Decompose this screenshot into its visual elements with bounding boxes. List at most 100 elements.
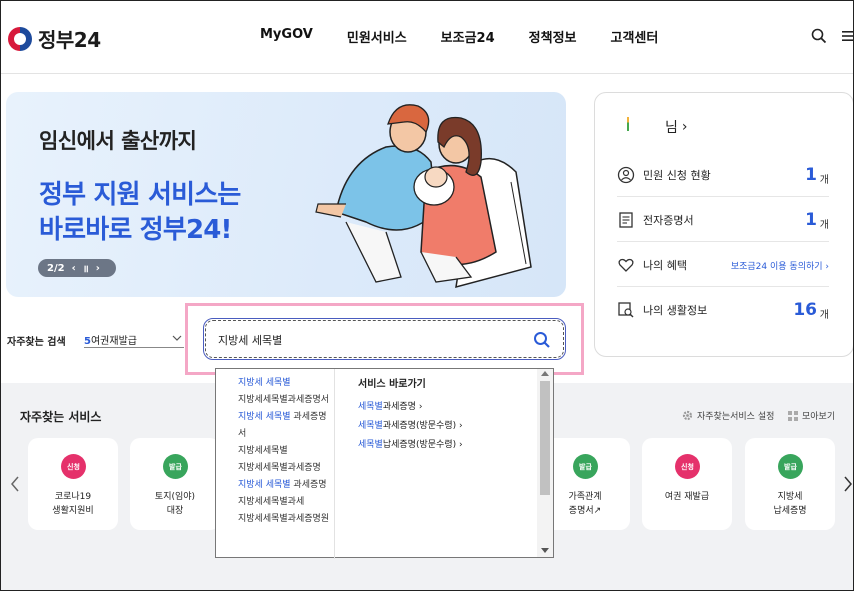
- shortcuts-title: 서비스 바로가기: [358, 379, 426, 390]
- hero-title-line1: 정부 지원 서비스는: [39, 180, 241, 210]
- shortcut-link[interactable]: 세목별납세증명(방문수령) ›: [358, 437, 463, 450]
- service-label-line1: 여권 재발급: [664, 492, 710, 502]
- count-unit: 개: [819, 175, 829, 186]
- suggestion-match: 지방세 세목별: [238, 378, 291, 388]
- panel-row-e-certificate[interactable]: 전자증명서 1 개: [617, 198, 829, 242]
- shortcut-link[interactable]: 세목별과세증명 ›: [358, 399, 463, 412]
- user-name-link[interactable]: 님 ›: [665, 117, 688, 137]
- suggestion-item[interactable]: 지방세 세목별: [238, 375, 330, 392]
- service-label: 여권 재발급: [642, 490, 732, 504]
- suggestion-list: 지방세 세목별 지방세세목별과세증명서 지방세 세목별 과세증명서 지방세세목별…: [216, 369, 335, 559]
- service-label-line1: 지방세: [777, 492, 803, 502]
- service-badge: 신청: [675, 454, 700, 479]
- banner-prev-button[interactable]: ‹: [72, 263, 76, 274]
- service-label-line1: 코로나19: [54, 492, 92, 502]
- application-count: 1: [805, 165, 817, 185]
- shortcut-rest: 과세증명 ›: [382, 402, 423, 412]
- site-logo[interactable]: 정부24: [8, 24, 101, 53]
- search-input[interactable]: [218, 331, 518, 349]
- search-icon[interactable]: [533, 331, 551, 349]
- user-panel: 님 › 민원 신청 현황 1 개 전자증명서 1 개 나의 혜택 보조금24 이…: [594, 92, 854, 357]
- service-label-line1: 토지(임야): [154, 492, 196, 502]
- shortcut-match: 세목별: [358, 440, 383, 450]
- grid-icon: [788, 410, 798, 421]
- scrollbar-thumb[interactable]: [540, 381, 550, 495]
- subsidy-consent-link[interactable]: 보조금24 이용 동의하기 ›: [731, 259, 829, 272]
- scroll-down-arrow-icon[interactable]: [541, 548, 549, 553]
- hero-title-line2: 바로바로 정부24!: [39, 215, 232, 245]
- frequent-search-value: 여권재발급: [90, 336, 137, 347]
- main-search-box: [203, 318, 566, 360]
- carousel-prev-icon[interactable]: [9, 475, 21, 493]
- suggestion-rest: 지방세세목별과세증명원: [238, 514, 330, 524]
- taegeuk-logo-icon: [8, 26, 32, 51]
- shortcut-rest: 납세증명(방문수령) ›: [382, 440, 463, 450]
- banner-pager-control: 2/2 ‹ ॥ ›: [38, 259, 116, 277]
- carousel-next-icon[interactable]: [842, 475, 854, 493]
- gear-icon: [682, 410, 693, 421]
- dropdown-scrollbar[interactable]: [537, 369, 553, 557]
- suggestion-item[interactable]: 지방세세목별과세: [238, 494, 330, 511]
- service-label-line2: 생활지원비: [52, 506, 94, 516]
- suggestion-rest: 지방세세목별과세증명서: [238, 395, 330, 405]
- chevron-down-icon: [172, 335, 182, 341]
- hero-subtitle: 임신에서 출산까지: [39, 129, 197, 153]
- suggestion-item[interactable]: 지방세세목별과세증명: [238, 460, 330, 477]
- user-name-suffix: 님: [665, 120, 678, 136]
- suggestion-item[interactable]: 지방세세목별과세증명서: [238, 392, 330, 409]
- certificate-count: 1: [805, 210, 817, 230]
- service-card[interactable]: 발급 토지(임야) 대장: [130, 438, 220, 530]
- hamburger-menu-icon[interactable]: [842, 30, 854, 42]
- service-label-line2: 납세증명: [773, 506, 807, 516]
- count-unit: 개: [819, 220, 829, 231]
- suggestion-match: 지방세 세목별: [238, 480, 291, 490]
- service-label-line2: 대장: [166, 506, 184, 516]
- suggestion-match: 지방세 세목별: [238, 412, 291, 422]
- service-badge: 발급: [163, 454, 188, 479]
- view-all-label: 모아보기: [802, 412, 836, 422]
- hero-banner[interactable]: 임신에서 출산까지 정부 지원 서비스는 바로바로 정부24! 2/2 ‹ ॥ …: [6, 92, 566, 297]
- frequent-search-select[interactable]: 5여권재발급: [84, 328, 184, 348]
- panel-row-label: 나의 생활정보: [643, 304, 708, 317]
- site-header: 정부24 MyGOV 민원서비스 보조금24 정책정보 고객센터: [0, 0, 854, 74]
- service-shortcuts: 서비스 바로가기 세목별과세증명 › 세목별과세증명(방문수령) › 세목별납세…: [358, 375, 463, 456]
- service-badge: 발급: [573, 454, 598, 479]
- document-icon: [619, 211, 633, 228]
- view-all-button[interactable]: 모아보기: [788, 409, 835, 422]
- scroll-up-arrow-icon[interactable]: [541, 371, 549, 376]
- nav-civil-service[interactable]: 민원서비스: [347, 27, 407, 46]
- panel-row-label: 민원 신청 현황: [643, 168, 711, 182]
- nav-policy-info[interactable]: 정책정보: [529, 27, 577, 46]
- suggestion-item[interactable]: 지방세 세목별 과세증명: [238, 477, 330, 494]
- service-card[interactable]: 신청 코로나19 생활지원비: [28, 438, 118, 530]
- service-card[interactable]: 신청 여권 재발급: [642, 438, 732, 530]
- panel-row-my-benefits[interactable]: 나의 혜택 보조금24 이용 동의하기 ›: [617, 243, 829, 287]
- user-circle-icon: [617, 166, 635, 183]
- logo-text: 정부24: [38, 28, 101, 52]
- service-label: 코로나19 생활지원비: [28, 490, 118, 518]
- service-label: 지방세 납세증명: [745, 490, 835, 518]
- services-settings-button[interactable]: 자주찾는서비스 설정: [682, 409, 774, 422]
- suggestion-rest: 지방세세목별과세: [238, 497, 305, 507]
- frequent-search-label: 자주찾는 검색: [7, 337, 66, 348]
- family-illustration: [315, 104, 532, 289]
- nav-mygov[interactable]: MyGOV: [260, 27, 313, 46]
- panel-row-life-info[interactable]: 나의 생활정보 16 개: [617, 288, 829, 332]
- banner-pause-button[interactable]: ॥: [83, 261, 89, 275]
- shortcut-link[interactable]: 세목별과세증명(방문수령) ›: [358, 418, 463, 431]
- suggestion-item[interactable]: 지방세 세목별 과세증명서: [238, 409, 330, 443]
- section-title: 자주찾는 서비스: [20, 410, 102, 424]
- nav-customer-center[interactable]: 고객센터: [611, 27, 659, 46]
- suggestion-rest: 지방세세목별과세증명: [238, 463, 321, 473]
- service-card[interactable]: 발급 지방세 납세증명: [745, 438, 835, 530]
- user-name-redacted: [627, 117, 629, 131]
- suggestion-item[interactable]: 지방세세목별: [238, 443, 330, 460]
- life-info-count: 16: [793, 300, 817, 320]
- nav-subsidy24[interactable]: 보조금24: [441, 27, 495, 46]
- search-document-icon: [618, 302, 634, 318]
- header-search-icon[interactable]: [811, 28, 827, 44]
- count-unit: 개: [819, 310, 829, 321]
- suggestion-item[interactable]: 지방세세목별과세증명원: [238, 511, 330, 528]
- panel-row-application-status[interactable]: 민원 신청 현황 1 개: [617, 153, 829, 197]
- banner-next-button[interactable]: ›: [96, 263, 100, 274]
